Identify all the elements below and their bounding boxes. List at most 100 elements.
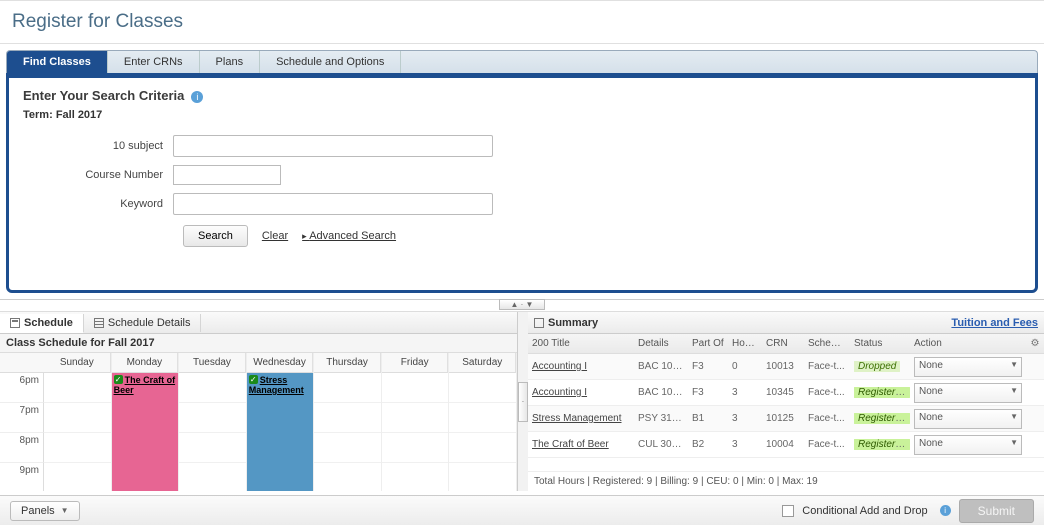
- panels-button[interactable]: Panels: [10, 501, 80, 521]
- cell-hours: 3: [728, 439, 762, 450]
- subject-input[interactable]: [173, 135, 493, 157]
- list-icon: [94, 318, 104, 328]
- course-link[interactable]: The Craft of Beer: [532, 439, 609, 450]
- event-craft-of-beer[interactable]: ✓The Craft of Beer: [112, 373, 179, 491]
- status-badge: Registered: [854, 413, 910, 424]
- splitter-handle-icon[interactable]: ▲ · ▼: [499, 299, 545, 310]
- cell-schedule: Face-t...: [804, 361, 850, 372]
- time-label: 9pm: [0, 463, 44, 491]
- time-label: 8pm: [0, 433, 44, 463]
- status-badge: Dropped: [854, 361, 900, 372]
- tab-schedule[interactable]: Schedule: [0, 314, 84, 333]
- info-icon[interactable]: i: [940, 505, 951, 516]
- col-details[interactable]: Details: [634, 338, 688, 349]
- subject-label: 10 subject: [23, 140, 173, 152]
- col-status[interactable]: Status: [850, 338, 910, 349]
- cell-part: F3: [688, 387, 728, 398]
- main-tabs: Find Classes Enter CRNs Plans Schedule a…: [6, 50, 1038, 73]
- panels-button-label: Panels: [21, 505, 55, 517]
- info-icon[interactable]: i: [191, 91, 203, 103]
- cell-schedule: Face-t...: [804, 439, 850, 450]
- cell-details: PSY 316, 0: [634, 413, 688, 424]
- day-header-tuesday: Tuesday: [179, 353, 246, 373]
- col-schedule[interactable]: Schedule: [804, 338, 850, 349]
- conditional-add-drop-label: Conditional Add and Drop: [802, 505, 927, 517]
- tab-schedule-details-label: Schedule Details: [108, 317, 191, 329]
- vertical-splitter[interactable]: ·: [518, 312, 528, 491]
- schedule-caption: Class Schedule for Fall 2017: [0, 334, 517, 353]
- calendar-icon: [10, 318, 20, 328]
- day-header-sunday: Sunday: [44, 353, 111, 373]
- tab-enter-crns[interactable]: Enter CRNs: [108, 51, 200, 73]
- cell-part: F3: [688, 361, 728, 372]
- search-panel-title: Enter Your Search Criteria: [23, 88, 184, 103]
- course-number-input[interactable]: [173, 165, 281, 185]
- cell-hours: 3: [728, 387, 762, 398]
- status-badge: Registered: [854, 387, 910, 398]
- action-select[interactable]: None: [914, 383, 1022, 403]
- keyword-input[interactable]: [173, 193, 493, 215]
- check-icon: ✓: [249, 375, 258, 384]
- cell-details: CUL 303, 0: [634, 439, 688, 450]
- cell-crn: 10013: [762, 361, 804, 372]
- course-number-label: Course Number: [23, 169, 173, 181]
- cell-part: B1: [688, 413, 728, 424]
- clear-link[interactable]: Clear: [262, 230, 288, 242]
- term-value: Fall 2017: [56, 109, 102, 121]
- cell-hours: 3: [728, 413, 762, 424]
- col-title[interactable]: 200 Title: [528, 338, 634, 349]
- status-badge: Registered: [854, 439, 910, 450]
- cell-details: BAC 101, 0: [634, 361, 688, 372]
- day-header-friday: Friday: [382, 353, 449, 373]
- cell-crn: 10345: [762, 387, 804, 398]
- tab-schedule-label: Schedule: [24, 317, 73, 329]
- day-header-thursday: Thursday: [314, 353, 381, 373]
- splitter-handle-icon[interactable]: ·: [518, 382, 528, 422]
- advanced-search-link[interactable]: Advanced Search: [302, 230, 396, 242]
- tab-schedule-details[interactable]: Schedule Details: [84, 314, 202, 332]
- horizontal-splitter[interactable]: ▲ · ▼: [0, 299, 1044, 311]
- submit-button[interactable]: Submit: [959, 499, 1034, 523]
- col-crn[interactable]: CRN: [762, 338, 804, 349]
- course-link[interactable]: Accounting I: [532, 361, 587, 372]
- cell-schedule: Face-t...: [804, 413, 850, 424]
- term-label: Term:: [23, 109, 53, 121]
- day-header-monday: Monday: [112, 353, 179, 373]
- col-part[interactable]: Part Of: [688, 338, 728, 349]
- tuition-fees-link[interactable]: Tuition and Fees: [951, 317, 1038, 329]
- day-header-wednesday: Wednesday: [247, 353, 314, 373]
- summary-icon: [534, 318, 544, 328]
- totals-line: Total Hours | Registered: 9 | Billing: 9…: [528, 471, 1044, 491]
- keyword-label: Keyword: [23, 198, 173, 210]
- table-row: Stress Management PSY 316, 0 B1 3 10125 …: [528, 406, 1044, 432]
- time-label: 6pm: [0, 373, 44, 403]
- action-select[interactable]: None: [914, 357, 1022, 377]
- table-row: Accounting I BAC 101, 0 F3 0 10013 Face-…: [528, 354, 1044, 380]
- course-link[interactable]: Accounting I: [532, 387, 587, 398]
- cell-hours: 0: [728, 361, 762, 372]
- day-header-saturday: Saturday: [449, 353, 516, 373]
- action-select[interactable]: None: [914, 409, 1022, 429]
- cell-schedule: Face-t...: [804, 387, 850, 398]
- gear-icon[interactable]: ⚙: [1026, 338, 1044, 349]
- table-row: Accounting I BAC 101, 0 F3 3 10345 Face-…: [528, 380, 1044, 406]
- cell-details: BAC 101, 0: [634, 387, 688, 398]
- check-icon: ✓: [114, 375, 123, 384]
- cell-crn: 10125: [762, 413, 804, 424]
- page-title: Register for Classes: [12, 11, 1032, 33]
- tab-plans[interactable]: Plans: [200, 51, 261, 73]
- search-button[interactable]: Search: [183, 225, 248, 247]
- cell-part: B2: [688, 439, 728, 450]
- course-link[interactable]: Stress Management: [532, 413, 622, 424]
- event-link[interactable]: The Craft of Beer: [114, 375, 176, 395]
- time-label: 7pm: [0, 403, 44, 433]
- action-select[interactable]: None: [914, 435, 1022, 455]
- summary-title: Summary: [548, 317, 598, 329]
- tab-find-classes[interactable]: Find Classes: [7, 51, 108, 73]
- event-stress-management[interactable]: ✓Stress Management: [247, 373, 314, 491]
- col-action[interactable]: Action: [910, 338, 1026, 349]
- col-hours[interactable]: Hours: [728, 338, 762, 349]
- table-row: The Craft of Beer CUL 303, 0 B2 3 10004 …: [528, 432, 1044, 458]
- tab-schedule-options[interactable]: Schedule and Options: [260, 51, 401, 73]
- conditional-add-drop-checkbox[interactable]: [782, 505, 794, 517]
